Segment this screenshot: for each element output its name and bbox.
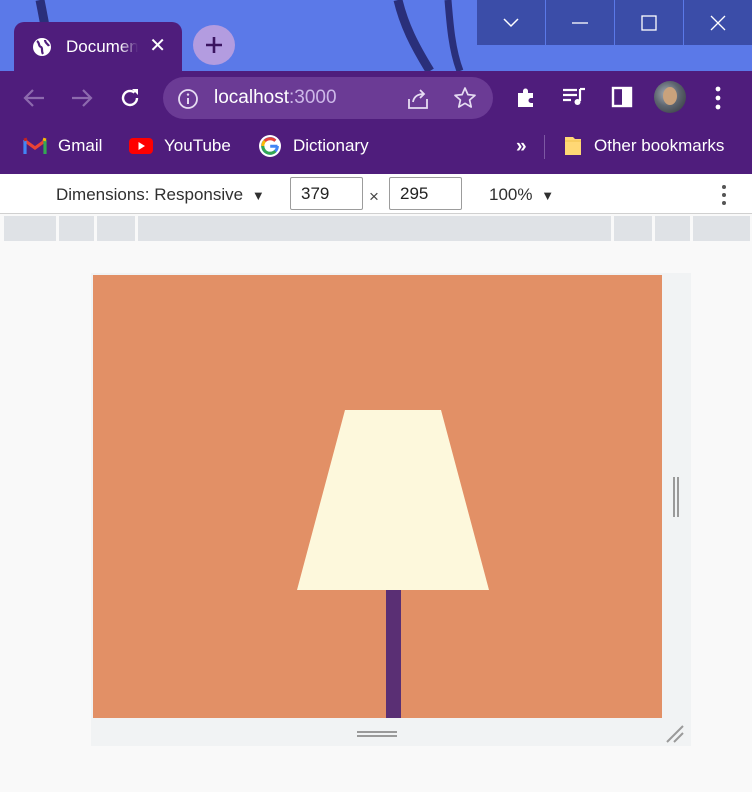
bookmark-gmail[interactable]: Gmail [23,124,102,168]
menu-kebab-icon[interactable] [712,85,724,111]
media-query-bar [4,216,750,241]
bookmark-label: Dictionary [293,136,369,155]
width-input[interactable]: 379 [290,177,363,210]
profile-avatar[interactable] [654,81,686,113]
star-icon[interactable] [453,86,477,110]
height-input[interactable]: 295 [389,177,462,210]
maximize-icon [641,14,657,31]
bookmarks-divider [544,135,545,159]
more-bookmarks-button[interactable]: » [516,136,527,158]
reload-icon [121,89,139,107]
gmail-icon [23,137,47,155]
bookmark-youtube[interactable]: YouTube [129,124,231,168]
lamp-pole [386,590,401,718]
bookmark-label: YouTube [164,136,231,155]
lamp-shade [297,410,489,590]
media-query-segment[interactable] [97,216,135,241]
address-bar[interactable]: localhost:3000 [163,77,493,119]
extensions-icon[interactable] [514,85,538,109]
url-port: :3000 [289,87,337,108]
folder-icon [563,135,583,157]
url-text[interactable]: localhost:3000 [214,87,337,109]
resize-handle-corner[interactable] [665,724,685,744]
zoom-value: 100% [489,185,533,204]
share-icon[interactable] [405,87,431,111]
tab-title: Document [66,36,138,56]
page-viewport [93,275,662,718]
forward-button[interactable] [67,83,97,113]
dimensions-dropdown[interactable]: Dimensions: Responsive ▼ [56,185,265,205]
media-query-segment[interactable] [4,216,56,241]
media-query-segment[interactable] [655,216,690,241]
media-queue-icon[interactable] [561,85,587,109]
info-icon[interactable] [177,88,199,110]
other-bookmarks-folder[interactable]: Other bookmarks [563,124,724,168]
dimensions-label: Dimensions: Responsive [56,185,244,204]
reload-button[interactable] [115,83,145,113]
close-icon [710,15,726,30]
media-query-segment[interactable] [693,216,750,241]
media-query-segment[interactable] [59,216,94,241]
side-panel-icon[interactable] [610,85,634,109]
resize-handle-right[interactable] [672,477,680,517]
browser-window: Document ✕ localhost:3000 Gmail YouTube … [0,0,752,792]
bookmark-label: Gmail [58,136,103,155]
chevron-down-icon [503,17,519,27]
new-tab-button[interactable] [193,25,235,65]
media-query-segment[interactable] [614,216,652,241]
caret-down-icon: ▼ [541,188,555,203]
tab-close-icon[interactable]: ✕ [149,36,166,56]
minimize-icon [572,21,588,24]
caret-down-icon: ▼ [251,188,265,203]
tab-strip: Document ✕ [0,0,752,71]
times-symbol: × [369,187,379,206]
other-bookmarks-label: Other bookmarks [594,136,725,155]
device-toolbar-menu-icon[interactable] [720,184,728,206]
bookmark-dictionary[interactable]: Dictionary [258,124,369,168]
maximize-button[interactable] [615,0,683,45]
tab-search-button[interactable] [477,0,545,45]
browser-tab[interactable]: Document ✕ [14,22,182,71]
minimize-button[interactable] [546,0,614,45]
media-query-segment[interactable] [138,216,611,241]
back-button[interactable] [19,83,49,113]
globe-icon [33,37,51,56]
arrow-right-icon [72,89,93,107]
plus-icon [206,37,222,53]
resize-handle-bottom[interactable] [357,730,397,738]
bookmarks-bar: Gmail YouTube Dictionary » Other bookmar… [0,124,752,174]
url-host: localhost [214,87,289,108]
window-controls [476,0,752,45]
arrow-left-icon [23,89,44,107]
device-toolbar: Dimensions: Responsive ▼ 379 × 295 100% … [0,174,752,214]
close-window-button[interactable] [684,0,752,45]
zoom-dropdown[interactable]: 100% ▼ [489,185,554,205]
browser-toolbar: localhost:3000 [0,71,752,124]
youtube-icon [129,137,153,155]
google-icon [258,134,282,158]
